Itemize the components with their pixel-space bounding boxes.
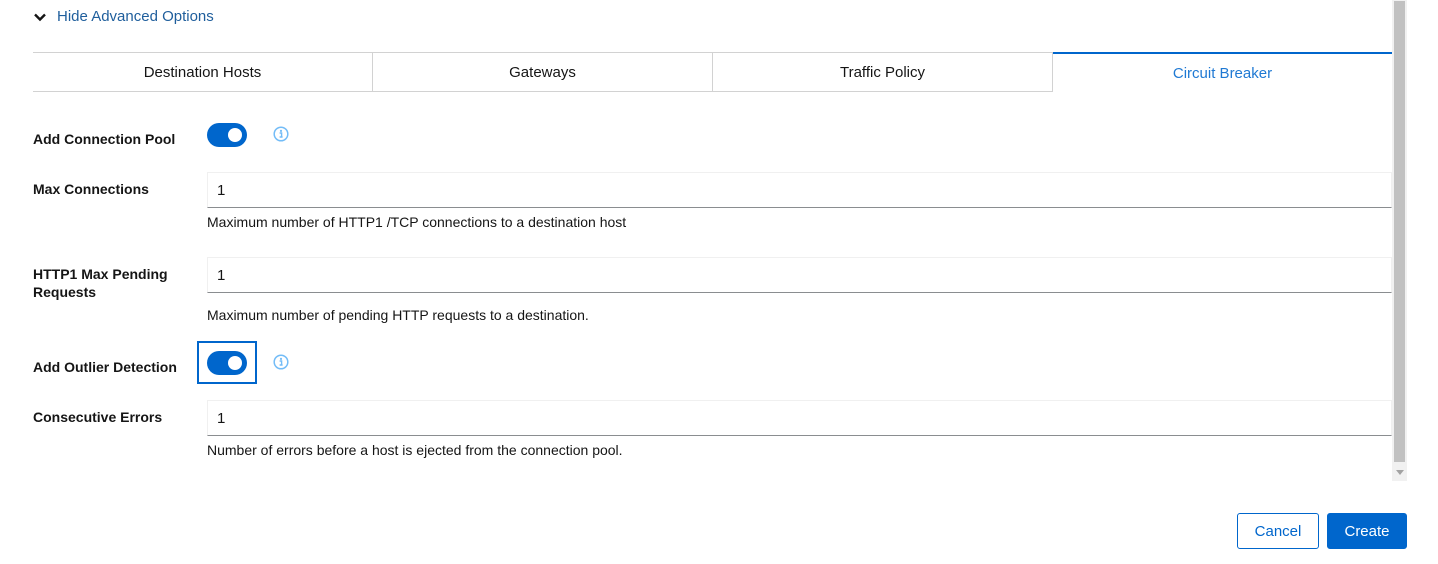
add-outlier-detection-label: Add Outlier Detection	[33, 359, 177, 375]
cancel-button[interactable]: Cancel	[1237, 513, 1319, 549]
add-connection-pool-label: Add Connection Pool	[33, 131, 176, 147]
max-connections-help: Maximum number of HTTP1 /TCP connections…	[207, 214, 627, 230]
http1-max-pending-label: HTTP1 Max Pending Requests	[33, 265, 168, 301]
vertical-scrollbar[interactable]	[1392, 0, 1407, 481]
consecutive-errors-help: Number of errors before a host is ejecte…	[207, 442, 623, 458]
switch-knob	[228, 128, 242, 142]
consecutive-errors-label: Consecutive Errors	[33, 409, 163, 425]
info-icon[interactable]	[273, 126, 289, 142]
connection-pool-switch[interactable]	[207, 123, 247, 147]
tab-gateways[interactable]: Gateways	[373, 52, 713, 92]
http1-max-pending-label-line2: Requests	[33, 284, 97, 300]
tab-circuit-breaker[interactable]: Circuit Breaker	[1053, 52, 1392, 92]
consecutive-errors-input[interactable]	[207, 400, 1392, 436]
hide-advanced-options-toggle[interactable]: Hide Advanced Options	[33, 8, 214, 25]
info-icon[interactable]	[273, 354, 289, 370]
http1-max-pending-help: Maximum number of pending HTTP requests …	[207, 307, 589, 323]
http1-max-pending-input[interactable]	[207, 257, 1392, 293]
tab-bar: Destination Hosts Gateways Traffic Polic…	[33, 52, 1392, 92]
max-connections-label: Max Connections	[33, 181, 149, 197]
form-scroll-area: Hide Advanced Options Destination Hosts …	[0, 0, 1407, 481]
outlier-detection-switch[interactable]	[207, 351, 247, 375]
http1-max-pending-label-line1: HTTP1 Max Pending	[33, 266, 168, 282]
max-connections-input[interactable]	[207, 172, 1392, 208]
create-button[interactable]: Create	[1327, 513, 1407, 549]
hide-advanced-options-label: Hide Advanced Options	[57, 8, 214, 25]
tab-traffic-policy[interactable]: Traffic Policy	[713, 52, 1053, 92]
switch-knob	[228, 356, 242, 370]
scrollbar-thumb[interactable]	[1394, 1, 1405, 462]
chevron-down-icon	[34, 13, 46, 21]
tab-destination-hosts[interactable]: Destination Hosts	[33, 52, 373, 92]
scroll-down-arrow-icon[interactable]	[1396, 470, 1404, 475]
